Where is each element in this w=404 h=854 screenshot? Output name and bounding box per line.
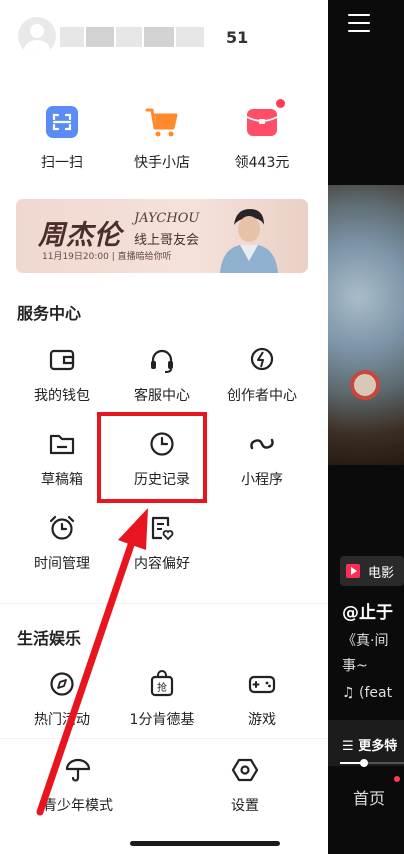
bottom-item-label: 设置	[231, 798, 259, 814]
folder-icon	[48, 430, 76, 458]
banner-title: 周杰伦	[38, 220, 122, 251]
scan-icon	[45, 105, 79, 139]
grab-bag-icon: 抢	[148, 670, 176, 698]
umbrella-icon	[64, 756, 92, 784]
shop-cart-icon	[145, 105, 179, 139]
notification-dot	[394, 776, 400, 782]
life-item-label: 热门活动	[34, 712, 90, 728]
side-drawer: 51 扫一扫 快手小店 领443元 周杰伦 JAYCHOU 线上哥友会 11月1…	[0, 0, 328, 854]
service-item-label: 小程序	[241, 472, 283, 488]
home-indicator	[130, 841, 280, 846]
service-item-label: 我的钱包	[34, 388, 90, 404]
life-item-games[interactable]: 游戏	[212, 670, 312, 729]
gamepad-icon	[248, 670, 276, 698]
quick-action-scan[interactable]: 扫一扫	[16, 105, 108, 172]
compass-icon	[48, 670, 76, 698]
service-item-wallet[interactable]: 我的钱包	[12, 346, 112, 405]
video-feed-background: 电影 @止于 《真·间 事~ ♫ (feat ☰ 更多特 首页	[328, 0, 404, 854]
headset-icon	[148, 346, 176, 374]
quick-action-label: 领443元	[234, 155, 290, 171]
video-description: 《真·间	[342, 633, 389, 649]
service-item-label: 时间管理	[34, 556, 90, 572]
blurred-username	[176, 27, 204, 47]
more-features-text: 更多特	[358, 739, 398, 754]
bottom-item-label: 青少年模式	[43, 798, 113, 814]
life-item-hot-events[interactable]: 热门活动	[12, 670, 112, 729]
video-progress-bar[interactable]	[340, 759, 404, 767]
bottom-item-teen-mode[interactable]: 青少年模式	[28, 756, 128, 815]
blurred-username	[116, 27, 142, 47]
promo-banner[interactable]: 周杰伦 JAYCHOU 线上哥友会 11月19日20:00 | 直播暗给你听	[16, 199, 308, 273]
play-icon	[346, 564, 360, 578]
svg-text:抢: 抢	[157, 681, 167, 694]
divider	[0, 603, 328, 604]
banner-title-en: JAYCHOU	[134, 211, 200, 226]
content-preference-icon	[148, 514, 176, 542]
service-item-label: 内容偏好	[134, 556, 190, 572]
highlight-box	[97, 412, 207, 503]
hamburger-menu-icon[interactable]	[348, 14, 370, 38]
life-item-label: 1分肯德基	[129, 712, 195, 728]
life-item-label: 游戏	[248, 712, 276, 728]
category-tag-label: 电影	[368, 565, 395, 581]
service-item-creator-center[interactable]: 创作者中心	[212, 346, 312, 405]
video-frame[interactable]	[328, 185, 404, 465]
music-label: (feat	[359, 685, 393, 701]
banner-date: 11月19日20:00 | 直播暗给你听	[42, 252, 172, 262]
wallet-icon	[48, 346, 76, 374]
blurred-username	[60, 27, 84, 47]
hexagon-settings-icon	[231, 756, 259, 784]
video-music[interactable]: ♫ (feat	[342, 685, 392, 701]
lightning-icon	[248, 346, 276, 374]
banner-subtitle: 线上哥友会	[134, 233, 200, 248]
more-features-label: ☰ 更多特	[342, 739, 398, 754]
username-tail: 51	[226, 28, 249, 47]
service-item-customer-service[interactable]: 客服中心	[112, 346, 212, 405]
life-item-kfc[interactable]: 抢 1分肯德基	[112, 670, 212, 729]
service-item-label: 创作者中心	[227, 388, 297, 404]
mini-program-icon	[248, 430, 276, 458]
red-packet-icon	[245, 99, 285, 139]
service-item-content-preference[interactable]: 内容偏好	[112, 514, 212, 573]
blurred-username	[86, 27, 114, 47]
category-tag[interactable]: 电影	[340, 556, 404, 586]
quick-action-label: 扫一扫	[41, 155, 83, 171]
notification-dot	[276, 99, 285, 108]
service-item-mini-program[interactable]: 小程序	[212, 430, 312, 489]
quick-action-label: 快手小店	[134, 155, 190, 171]
section-title-life-entertainment: 生活娱乐	[17, 629, 82, 648]
nav-home[interactable]: 首页	[353, 785, 385, 809]
avatar[interactable]	[18, 17, 56, 55]
banner-person-image	[220, 209, 278, 273]
service-item-time-management[interactable]: 时间管理	[12, 514, 112, 573]
blurred-username	[144, 27, 174, 47]
service-item-label: 客服中心	[134, 388, 190, 404]
divider	[0, 738, 328, 739]
quick-action-red-packet[interactable]: 领443元	[216, 99, 308, 172]
alarm-clock-icon	[48, 514, 76, 542]
bottom-item-settings[interactable]: 设置	[195, 756, 295, 815]
video-description-line2: 事~	[342, 658, 368, 674]
section-title-service-center: 服务中心	[17, 304, 82, 323]
video-author[interactable]: @止于	[342, 598, 393, 623]
quick-action-shop[interactable]: 快手小店	[116, 105, 208, 172]
